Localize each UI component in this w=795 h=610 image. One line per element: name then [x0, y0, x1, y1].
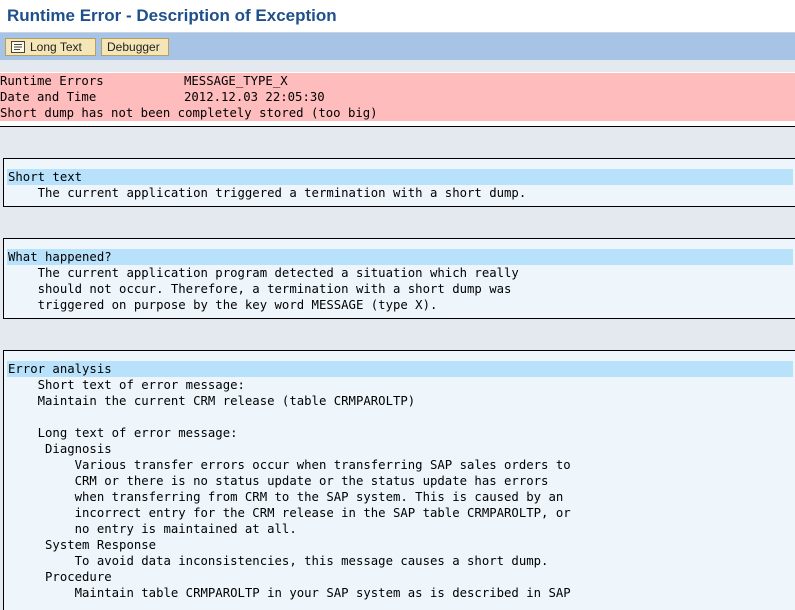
date-time-label: Date and Time	[0, 90, 97, 104]
section-line: Various transfer errors occur when trans…	[8, 458, 571, 472]
section-line: should not occur. Therefore, a terminati…	[8, 282, 512, 296]
application-toolbar: Long Text Debugger	[0, 33, 795, 60]
short-text-title: Short text	[8, 170, 83, 184]
dump-header: Runtime Errors MESSAGE_TYPE_X Date and Ti…	[0, 72, 795, 127]
section-line: Maintain the current CRM release (table …	[8, 394, 416, 408]
section-line: CRM or there is no status update or the …	[8, 474, 549, 488]
section-line: Maintain table CRMPAROLTP in your SAP sy…	[8, 586, 571, 600]
long-text-label: Long Text	[30, 40, 82, 54]
runtime-errors-label: Runtime Errors	[0, 74, 104, 88]
what-happened-section: What happened? The current application p…	[3, 238, 795, 319]
section-line: Procedure	[8, 570, 112, 584]
window-title: Runtime Error - Description of Exception	[7, 6, 337, 25]
section-line: incorrect entry for the CRM release in t…	[8, 506, 571, 520]
section-line: Short text of error message:	[8, 378, 245, 392]
runtime-errors-value: MESSAGE_TYPE_X	[184, 74, 288, 88]
runtime-errors-row: Runtime Errors MESSAGE_TYPE_X	[0, 73, 795, 89]
section-line: no entry is maintained at all.	[8, 522, 297, 536]
section-line: To avoid data inconsistencies, this mess…	[8, 554, 549, 568]
section-line: System Response	[8, 538, 157, 552]
section-line: The current application program detected…	[8, 266, 519, 280]
title-bar: Runtime Error - Description of Exception	[0, 0, 795, 33]
debugger-button[interactable]: Debugger	[101, 38, 169, 56]
section-line: Long text of error message:	[8, 426, 238, 440]
long-text-button[interactable]: Long Text	[5, 38, 96, 56]
section-title-bar	[7, 361, 793, 377]
section-title-bar	[7, 169, 793, 185]
section-line: The current application triggered a term…	[8, 186, 527, 200]
storage-note: Short dump has not been completely store…	[0, 105, 795, 121]
date-time-row: Date and Time 2012.12.03 22:05:30	[0, 89, 795, 105]
date-time-value: 2012.12.03 22:05:30	[184, 90, 325, 104]
short-text-section: Short text The current application trigg…	[3, 158, 795, 207]
section-line: Diagnosis	[8, 442, 112, 456]
error-analysis-section: Error analysis Short text of error messa…	[3, 350, 795, 610]
section-line: when transferring from CRM to the SAP sy…	[8, 490, 564, 504]
long-text-icon	[11, 41, 25, 53]
debugger-label: Debugger	[107, 40, 160, 54]
section-line: triggered on purpose by the key word MES…	[8, 298, 438, 312]
error-analysis-title: Error analysis	[8, 362, 112, 376]
what-happened-title: What happened?	[8, 250, 112, 264]
section-title-bar	[7, 249, 793, 265]
